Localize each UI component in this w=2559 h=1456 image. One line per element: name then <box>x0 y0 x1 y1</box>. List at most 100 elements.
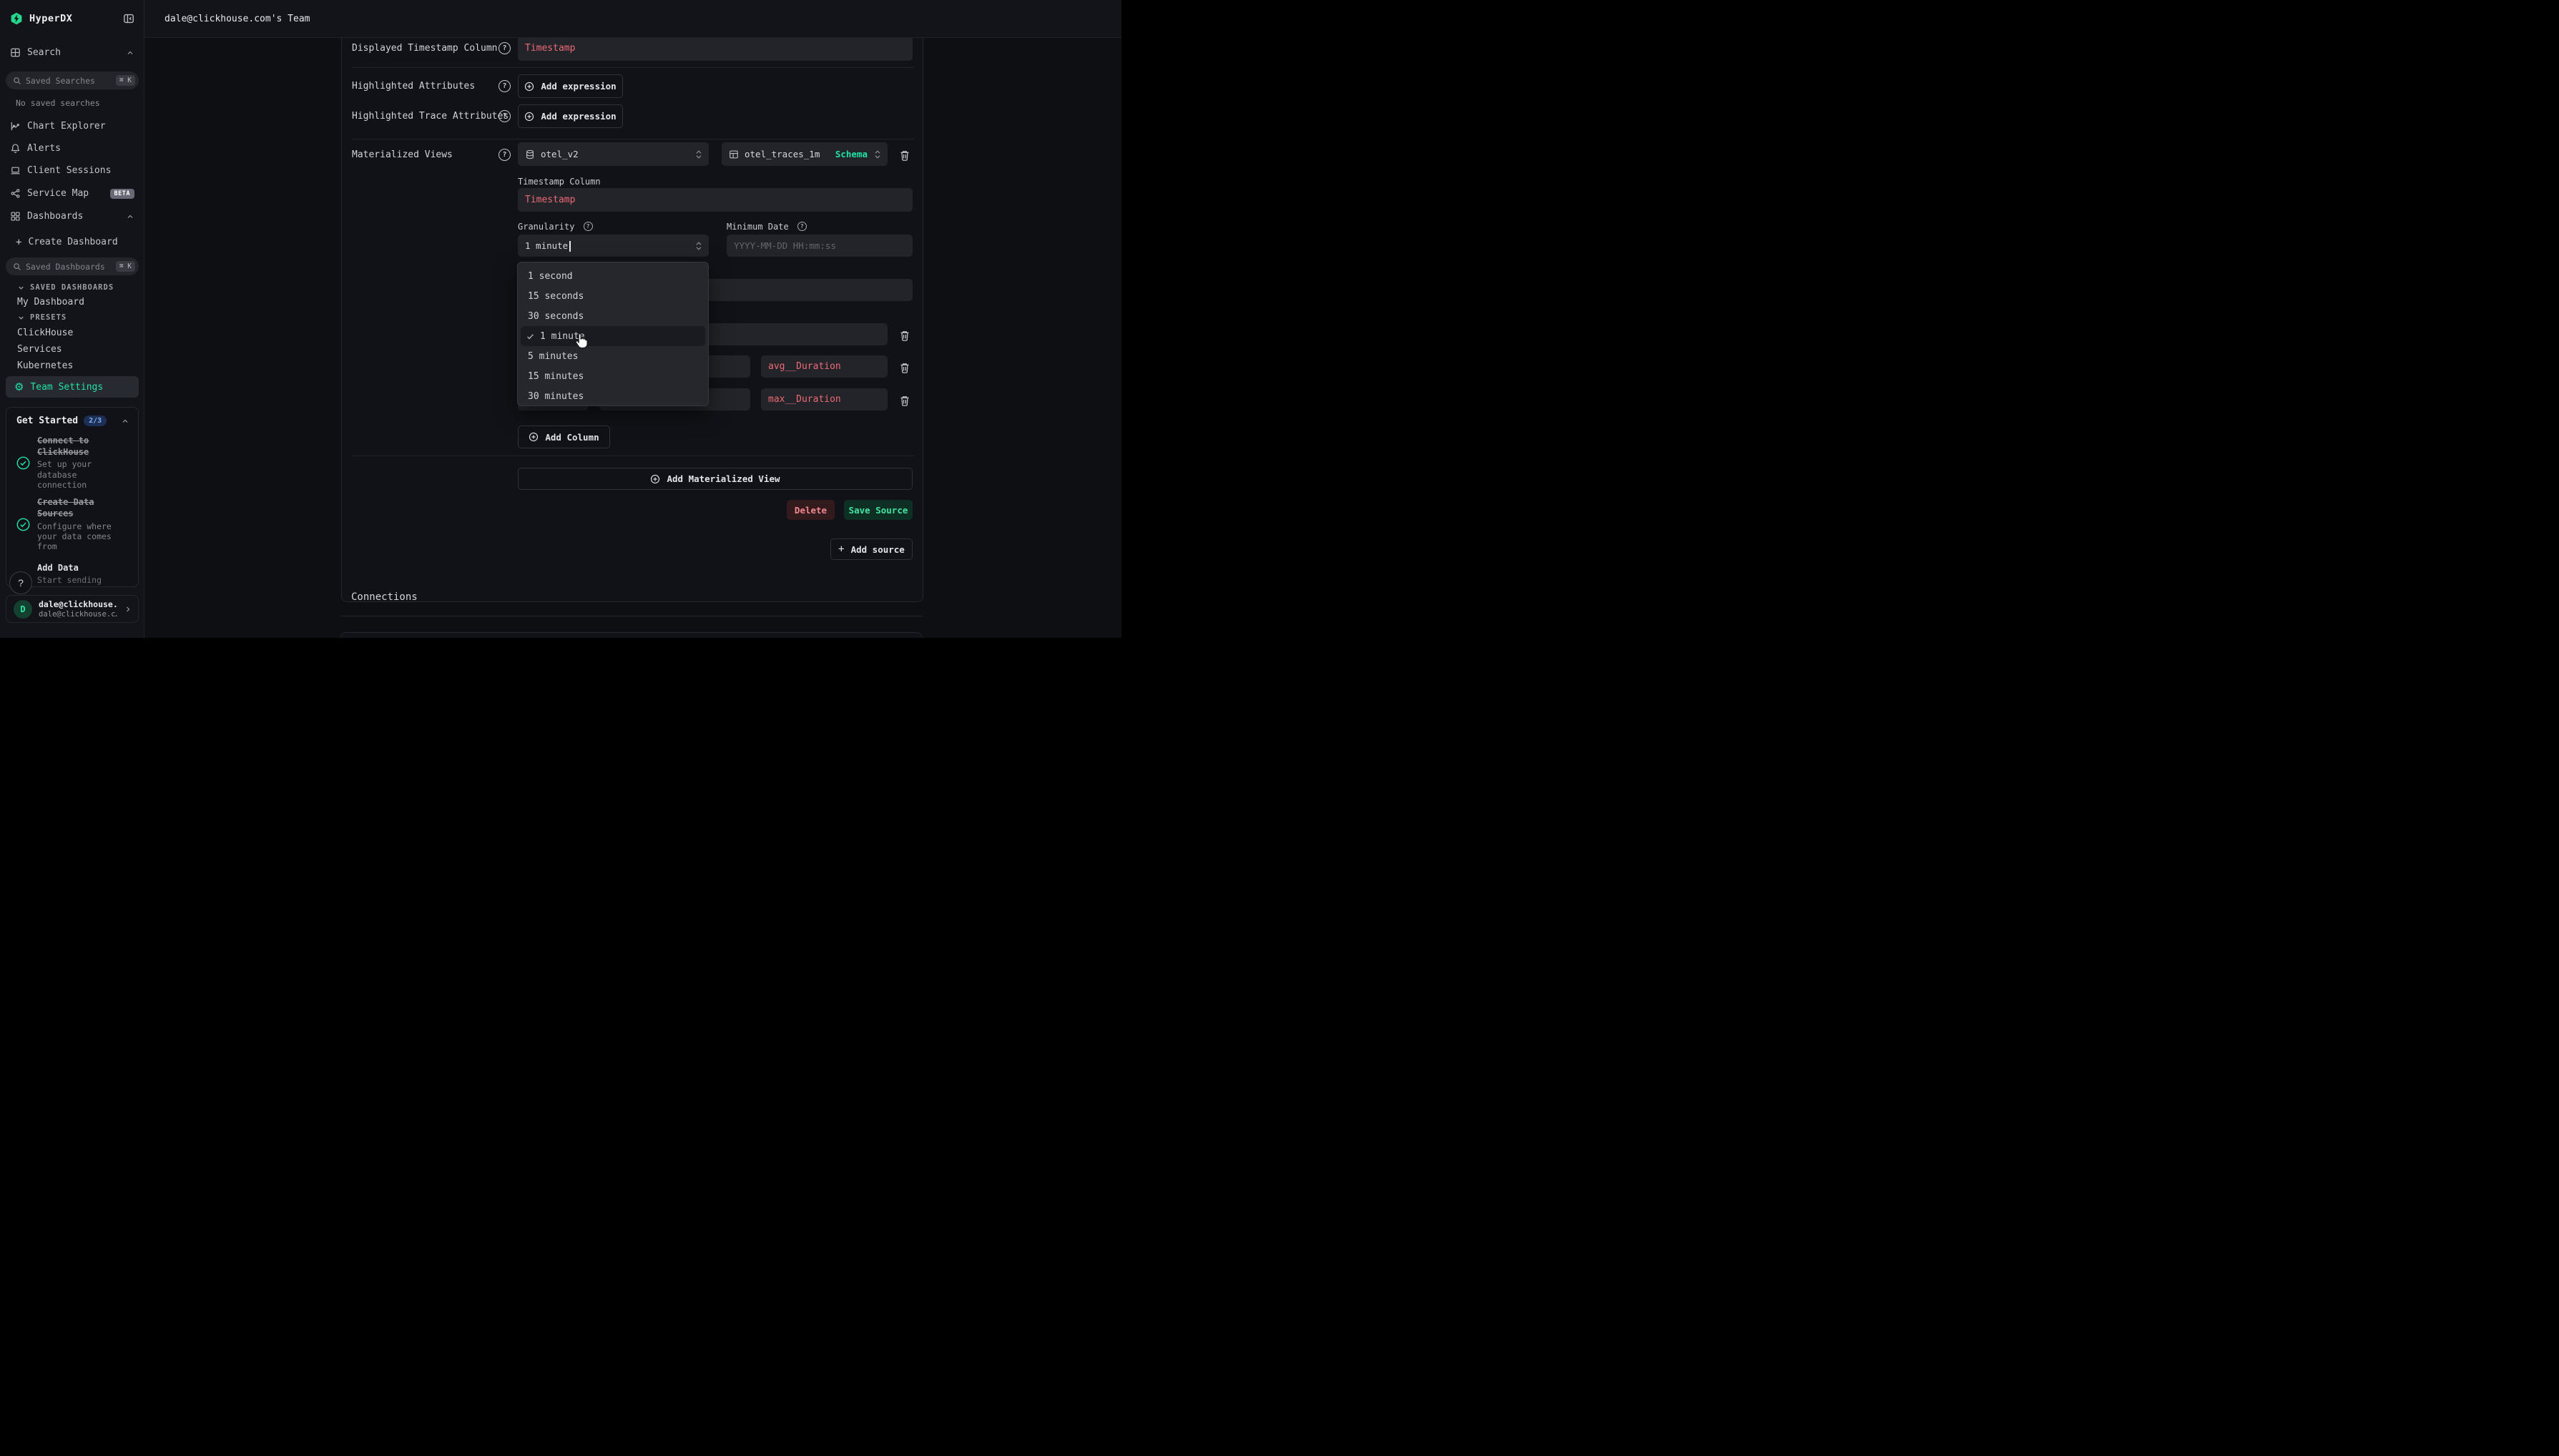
sidebar-item-chart-explorer[interactable]: Chart Explorer <box>0 117 144 135</box>
sidebar: HyperDX Search ⌘ K No saved searches <box>0 0 144 638</box>
field-value: Timestamp <box>525 195 575 205</box>
materialized-view-select[interactable]: otel_v2 <box>518 142 709 166</box>
sidebar-item-services[interactable]: Services <box>17 344 62 355</box>
chevron-right-icon <box>124 605 132 614</box>
delete-source-button[interactable]: Delete <box>787 500 835 520</box>
select-value: otel_v2 <box>541 149 689 159</box>
get-started-panel: Get Started 2/3 Connect to ClickHouse Se… <box>6 407 139 587</box>
gear-icon: ⚙ <box>14 382 24 393</box>
delete-column-trash-icon[interactable] <box>899 394 912 407</box>
step-title: Add Data <box>37 563 129 574</box>
button-label: Add expression <box>541 81 616 92</box>
dropdown-option[interactable]: 5 minutes <box>518 346 708 366</box>
help-icon[interactable]: ? <box>584 222 593 231</box>
sidebar-item-label: Search <box>27 47 61 58</box>
add-source-button[interactable]: + Add source <box>830 538 913 560</box>
add-expression-button[interactable]: Add expression <box>518 74 623 98</box>
sidebar-item-service-map[interactable]: Service Map BETA <box>0 185 144 202</box>
sidebar-item-my-dashboard[interactable]: My Dashboard <box>17 297 84 308</box>
service-map-icon <box>10 188 21 199</box>
delete-column-trash-icon[interactable] <box>899 361 912 374</box>
shortcut-badge: ⌘ K <box>116 261 135 272</box>
saved-searches-search[interactable]: ⌘ K <box>6 72 139 89</box>
dropdown-option[interactable]: 30 minutes <box>518 386 708 406</box>
saved-searches-input[interactable] <box>26 76 112 86</box>
step-title: Connect to ClickHouse <box>37 436 129 458</box>
help-icon[interactable]: ? <box>797 222 807 231</box>
delete-view-trash-icon[interactable] <box>899 149 912 162</box>
help-icon[interactable]: ? <box>498 42 511 54</box>
dropdown-option[interactable]: 1 second <box>518 266 708 286</box>
circle-plus-icon <box>524 112 534 122</box>
chart-explorer-icon <box>10 121 21 132</box>
user-menu[interactable]: D dale@clickhouse.… dale@clickhouse.c… <box>6 595 139 623</box>
chevron-updown-icon <box>694 241 703 251</box>
create-dashboard-label: Create Dashboard <box>28 237 117 247</box>
sidebar-item-team-settings[interactable]: ⚙ Team Settings <box>6 376 139 398</box>
field-label: Highlighted Trace Attributes <box>352 111 509 122</box>
saved-dashboards-search[interactable]: ⌘ K <box>6 257 139 275</box>
schema-link[interactable]: Schema <box>835 149 868 159</box>
no-saved-searches-text: No saved searches <box>16 98 100 108</box>
add-materialized-view-button[interactable]: Add Materialized View <box>518 468 913 490</box>
field-value: avg__Duration <box>768 361 841 372</box>
chevron-up-icon <box>121 417 129 426</box>
chevron-down-icon <box>17 314 25 322</box>
section-title: PRESETS <box>30 313 67 322</box>
dropdown-option[interactable]: 30 seconds <box>518 306 708 326</box>
sidebar-item-dashboards[interactable]: Dashboards <box>0 207 144 225</box>
displayed-timestamp-column-input[interactable]: Timestamp <box>518 38 913 61</box>
help-icon[interactable]: ? <box>498 110 511 122</box>
dropdown-option[interactable]: 15 minutes <box>518 366 708 386</box>
field-label: Displayed Timestamp Column <box>352 43 498 54</box>
column-expression-input[interactable]: max__Duration <box>761 388 888 410</box>
team-settings-label: Team Settings <box>30 382 103 393</box>
user-email: dale@clickhouse.c… <box>39 610 117 619</box>
get-started-title: Get Started <box>16 415 78 426</box>
field-label: Minimum Date ? <box>727 222 803 232</box>
delete-column-trash-icon[interactable] <box>899 329 912 342</box>
sidebar-item-label: Alerts <box>27 143 61 154</box>
timestamp-column-input[interactable]: Timestamp <box>518 188 913 212</box>
step-desc: Start sending logs, metrics, or traces <box>37 575 129 587</box>
saved-dashboards-input[interactable] <box>26 262 112 272</box>
help-button[interactable]: ? <box>9 571 32 594</box>
beta-badge: BETA <box>110 189 134 199</box>
create-dashboard-button[interactable]: + Create Dashboard <box>0 233 144 251</box>
dropdown-option-selected[interactable]: 1 minute <box>521 326 705 346</box>
check-circle-icon <box>15 456 31 471</box>
sidebar-collapse-icon[interactable] <box>123 13 134 24</box>
sidebar-item-search[interactable]: Search <box>0 44 144 62</box>
divider <box>352 67 914 68</box>
button-label: Add expression <box>541 111 616 122</box>
save-source-button[interactable]: Save Source <box>844 500 913 520</box>
minimum-date-input[interactable] <box>727 235 913 257</box>
help-icon[interactable]: ? <box>498 149 511 161</box>
sidebar-item-label: Service Map <box>27 188 89 199</box>
section-saved-dashboards[interactable]: SAVED DASHBOARDS <box>17 283 114 292</box>
circle-plus-icon <box>650 474 660 484</box>
granularity-select[interactable]: 1 minute <box>518 235 709 257</box>
sidebar-item-client-sessions[interactable]: Client Sessions <box>0 162 144 179</box>
materialized-table-select[interactable]: otel_traces_1m Schema <box>722 142 888 166</box>
step-create-data-sources[interactable]: Create Data Sources Configure where your… <box>6 492 138 554</box>
field-value: Timestamp <box>525 43 575 54</box>
sidebar-item-label: Chart Explorer <box>27 121 106 132</box>
page-title: dale@clickhouse.com's Team <box>164 14 310 24</box>
step-connect-clickhouse[interactable]: Connect to ClickHouse Set up your databa… <box>6 431 138 492</box>
sidebar-item-alerts[interactable]: Alerts <box>0 139 144 157</box>
field-value: max__Duration <box>768 394 841 405</box>
column-expression-input[interactable]: avg__Duration <box>761 355 888 378</box>
add-expression-button[interactable]: Add expression <box>518 104 623 128</box>
sidebar-item-kubernetes[interactable]: Kubernetes <box>17 360 73 371</box>
field-label: Timestamp Column <box>518 177 601 187</box>
hyperdx-app: HyperDX Search ⌘ K No saved searches <box>0 0 1121 638</box>
sidebar-item-clickhouse[interactable]: ClickHouse <box>17 328 73 338</box>
dropdown-option[interactable]: 15 seconds <box>518 286 708 306</box>
section-presets[interactable]: PRESETS <box>17 313 67 322</box>
get-started-header[interactable]: Get Started 2/3 <box>6 408 138 431</box>
minimum-date-label: Minimum Date <box>727 222 789 232</box>
circle-plus-icon <box>524 82 534 92</box>
help-icon[interactable]: ? <box>498 80 511 92</box>
add-column-button[interactable]: Add Column <box>518 426 610 448</box>
